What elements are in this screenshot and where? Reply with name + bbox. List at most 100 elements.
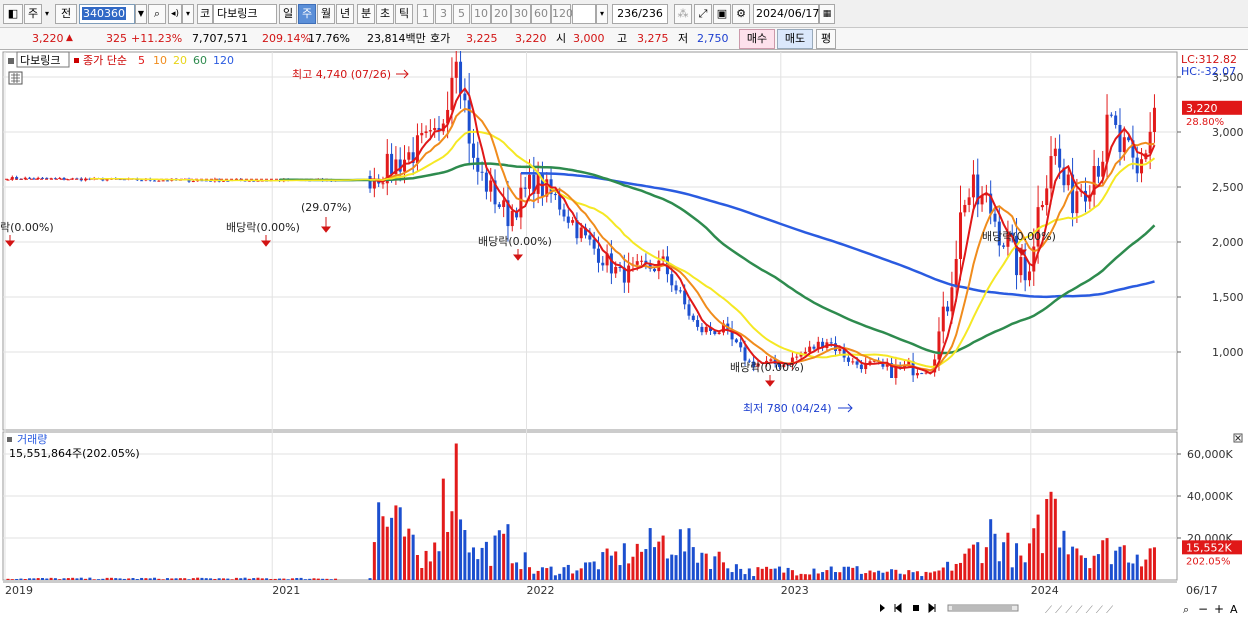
candle-body <box>859 364 863 370</box>
interval-3[interactable]: 3 <box>435 4 452 24</box>
volume-bar <box>549 566 553 580</box>
volume-bar <box>545 568 549 580</box>
candle-body <box>846 357 850 362</box>
interval-5[interactable]: 5 <box>453 4 470 24</box>
zoom-in-icon[interactable]: + <box>1214 602 1224 616</box>
interval-30[interactable]: 30 <box>511 4 531 24</box>
volume-bar <box>239 578 243 580</box>
font-size-icon[interactable]: A <box>1230 603 1238 616</box>
volume-bar <box>631 556 635 580</box>
legend-ma-label: 종가 단순 <box>83 54 127 67</box>
stock-name-field[interactable]: 다보링크 <box>213 4 277 24</box>
volume-bar <box>855 566 859 580</box>
tab-minute[interactable]: 분 <box>357 4 375 24</box>
tab-day[interactable]: 일 <box>279 4 297 24</box>
period-dropdown-icon[interactable]: ▾ <box>42 4 52 24</box>
legend-stock-name: 다보링크 <box>20 54 60 67</box>
zoom-out-icon[interactable]: − <box>1198 602 1208 616</box>
zoom-search-icon[interactable]: ⌕ <box>1183 603 1189 616</box>
volume-bar <box>217 578 221 580</box>
volume-bar <box>316 578 320 580</box>
volume-bar <box>92 579 96 580</box>
volume-bar <box>1148 548 1152 580</box>
high-price: 3,275 <box>637 32 669 45</box>
interval-20[interactable]: 20 <box>491 4 511 24</box>
x-tick-label: 2022 <box>527 584 555 597</box>
buy-button[interactable]: 매수 <box>739 29 775 49</box>
tab-month[interactable]: 월 <box>317 4 335 24</box>
candle-body <box>28 177 32 179</box>
search-icon[interactable]: ⌕ <box>148 4 166 24</box>
date-field[interactable]: 2024/06/17 <box>753 4 819 24</box>
volume-bar <box>846 566 850 580</box>
zoom-icon[interactable]: ⁂ <box>674 4 692 24</box>
div-left-annotation: 락(0.00%) <box>0 221 54 234</box>
volume-bar <box>588 562 592 580</box>
volume-bar <box>312 578 316 580</box>
save-icon[interactable]: ▣ <box>713 4 731 24</box>
volume-bar <box>459 519 463 580</box>
candle-body <box>1148 131 1152 154</box>
stop-icon[interactable] <box>913 605 919 611</box>
volume-bar <box>204 578 208 580</box>
draw-tool-icon[interactable]: ⤢ <box>694 4 712 24</box>
volume-bar <box>618 565 622 580</box>
speaker-dropdown-icon[interactable]: ▾ <box>182 4 194 24</box>
volume-bar <box>286 579 290 580</box>
volume-bar <box>687 528 691 580</box>
interval-120[interactable]: 120 <box>551 4 573 24</box>
candle-body <box>450 77 454 110</box>
interval-custom-input[interactable] <box>572 4 596 24</box>
eval-button[interactable]: 평 <box>816 29 836 49</box>
calendar-icon[interactable]: ▦ <box>819 4 835 24</box>
tab-tick[interactable]: 틱 <box>395 4 413 24</box>
stock-chart-svg[interactable]: 2019202120222023202406/17 4,5004,0003,50… <box>0 0 1248 621</box>
interval-dropdown-icon[interactable]: ▾ <box>596 4 608 24</box>
play-icon[interactable] <box>880 604 885 612</box>
prev-button[interactable]: 전 <box>55 4 77 24</box>
volume-bar <box>842 566 846 580</box>
legend-ma10: 10 <box>153 54 167 67</box>
tab-year[interactable]: 년 <box>336 4 354 24</box>
draw-tools-icon[interactable]: ⟋ ⟋ ⟋ ⟋ ⟋ ⟋ ⟋ <box>1045 605 1113 616</box>
candle-body <box>635 261 639 265</box>
volume-bar <box>989 519 993 580</box>
sell-button[interactable]: 매도 <box>777 29 813 49</box>
volume-bar <box>553 575 557 580</box>
volume-bar <box>394 505 398 580</box>
volume-bar <box>980 563 984 580</box>
chart-layout-icon[interactable]: ◧ <box>3 4 23 24</box>
volume-bar <box>140 577 144 580</box>
div-2023-annotation: 배당락(0.00%) <box>982 230 1056 243</box>
volume-bar <box>178 578 182 580</box>
chart-area[interactable]: 2019202120222023202406/17 4,5004,0003,50… <box>0 0 1248 621</box>
candle-body <box>553 194 557 196</box>
bid-price: 3,220 <box>515 32 547 45</box>
speaker-icon[interactable]: ◂) <box>168 4 182 24</box>
volume-bar <box>273 578 277 580</box>
volume-bar <box>446 531 450 580</box>
volume-bar <box>377 502 381 580</box>
volume-bar <box>515 562 519 580</box>
stock-code-input[interactable]: 340360 <box>79 4 135 24</box>
interval-10[interactable]: 10 <box>471 4 491 24</box>
legend-ma60: 60 <box>193 54 207 67</box>
volume-bar <box>536 570 540 580</box>
tab-week[interactable]: 주 <box>298 4 316 24</box>
bid-label: 호가 <box>430 32 451 45</box>
gear-icon[interactable]: ⚙ <box>732 4 750 24</box>
scrollbar-thumb[interactable] <box>952 606 1012 610</box>
interval-60[interactable]: 60 <box>531 4 551 24</box>
period-select-button[interactable]: 주 <box>24 4 42 24</box>
candle-body <box>459 61 463 94</box>
count-field[interactable]: 236/236 <box>612 4 668 24</box>
volume-bar <box>864 573 868 580</box>
volume-bar <box>713 556 717 580</box>
candle-body <box>812 346 816 349</box>
forward-icon[interactable] <box>928 602 936 614</box>
code-dropdown-icon[interactable]: ▼ <box>135 4 147 24</box>
interval-1[interactable]: 1 <box>417 4 434 24</box>
rewind-icon[interactable] <box>894 602 902 614</box>
candle-body <box>40 177 44 179</box>
tab-second[interactable]: 초 <box>376 4 394 24</box>
